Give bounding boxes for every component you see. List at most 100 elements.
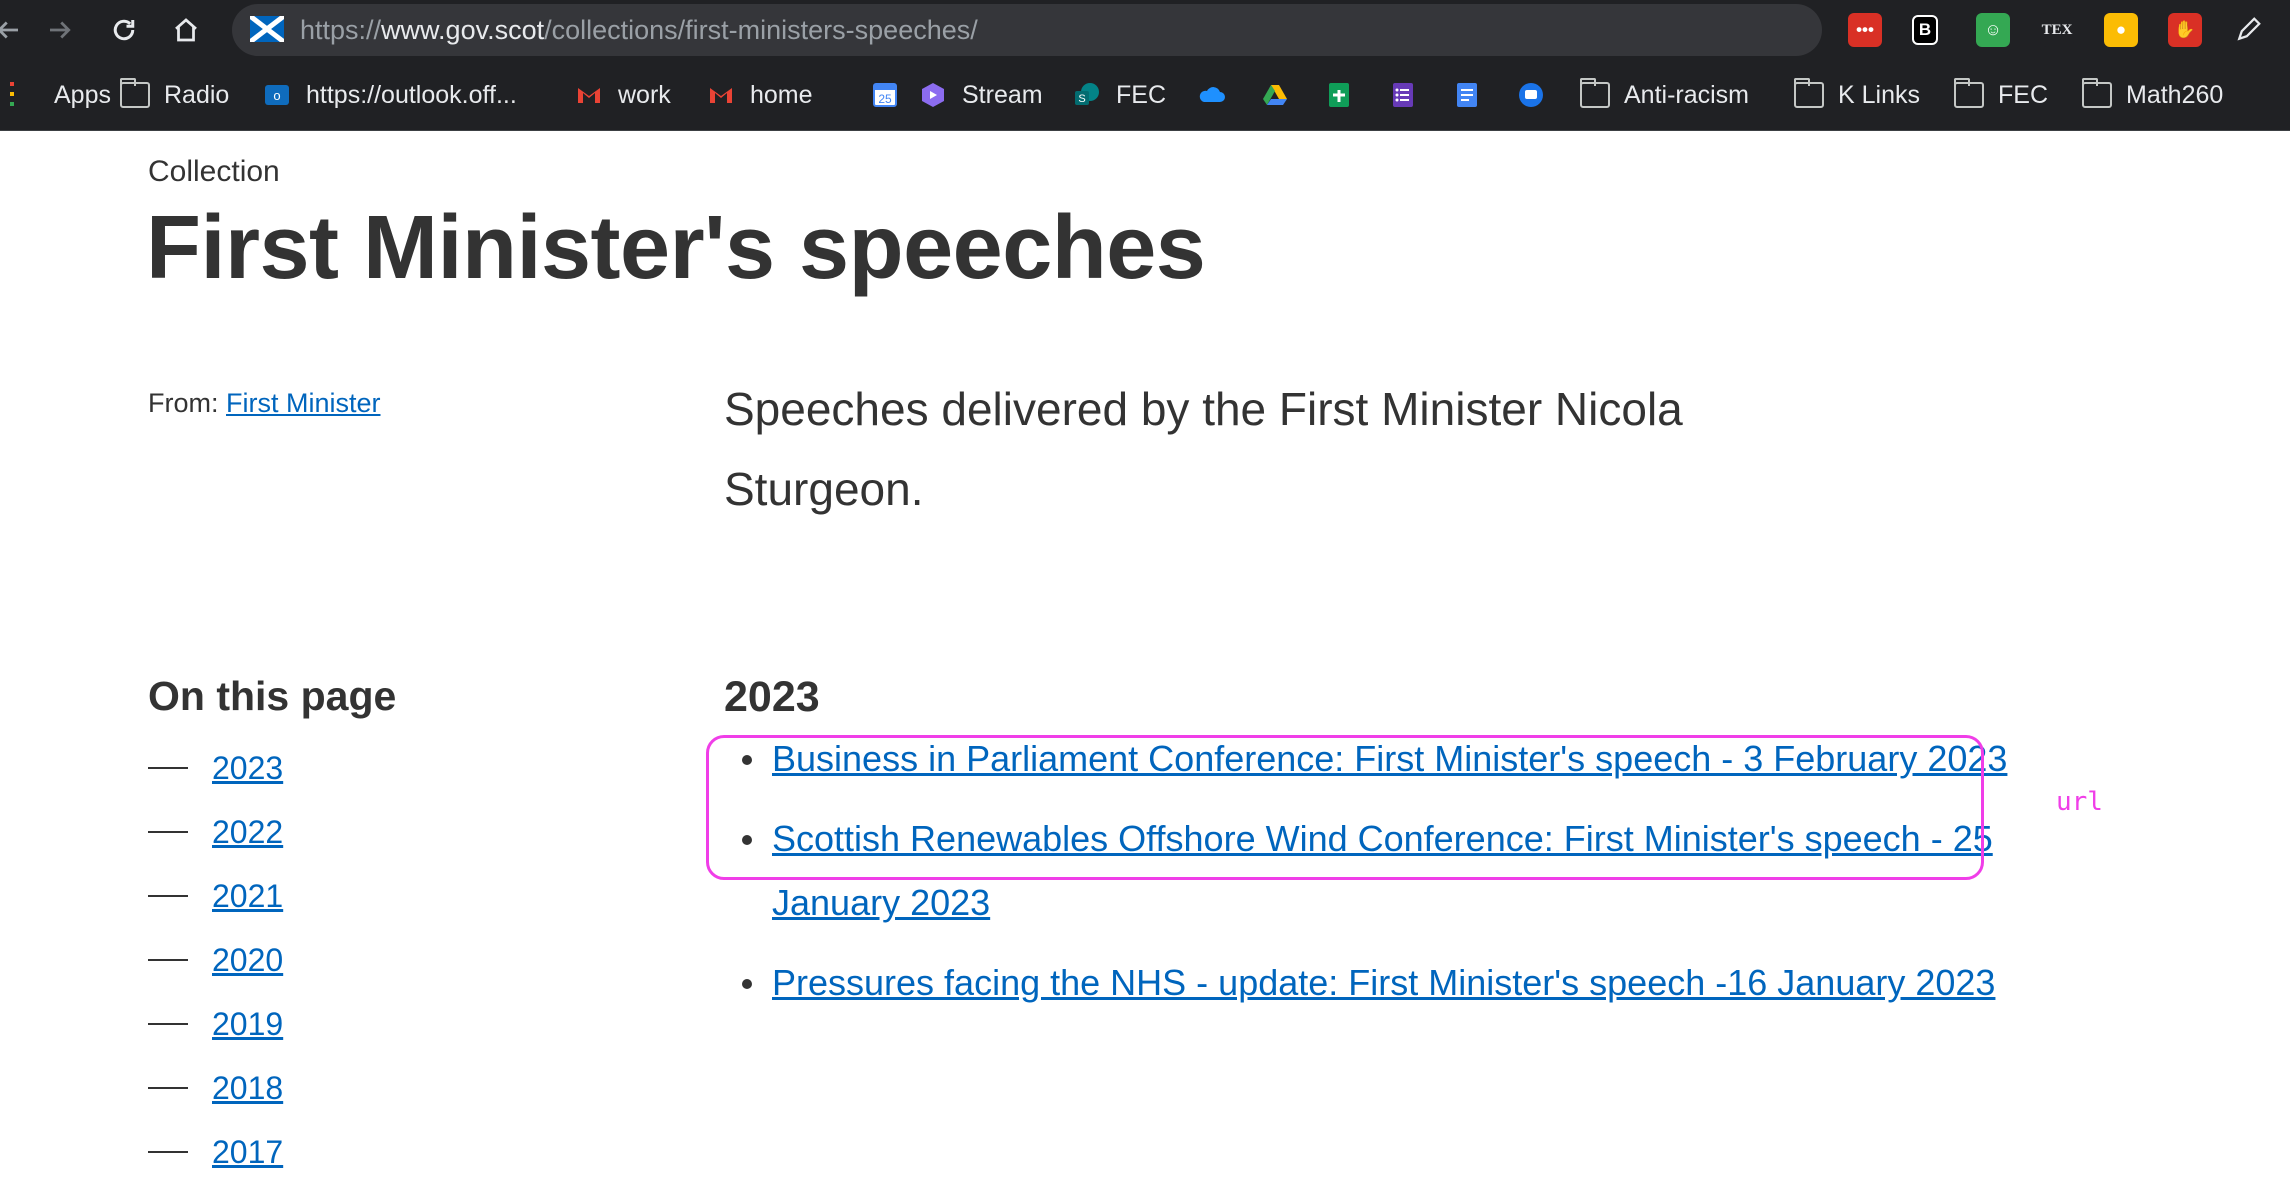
web-page: Collection First Minister's speeches Fro… [0,131,2290,1196]
back-button[interactable] [0,8,30,52]
forward-button[interactable] [38,8,82,52]
toc-dash [148,831,188,833]
bookmark-item[interactable]: 25 [870,78,900,112]
toc-item: 2021 [148,864,283,928]
adblock-extension-icon[interactable]: ✋ [2168,13,2202,47]
toc-dash [148,1151,188,1153]
bookmark-item[interactable]: o https://outlook.off... [262,78,517,112]
url-text[interactable]: https://www.gov.scot/collections/first-m… [300,14,978,46]
lead-paragraph: Speeches delivered by the First Minister… [724,383,1683,515]
bookmark-item[interactable] [1260,78,1290,112]
smiley-extension-icon[interactable]: ☺ [1976,13,2010,47]
bookmark-label: FEC [1998,80,2048,109]
collection-kicker: Collection [148,155,280,188]
bookmark-label: work [618,80,671,109]
annotation-label: url [2056,787,2103,817]
bookmark-item[interactable] [1196,78,1226,112]
url-host: www.gov.scot [381,15,545,45]
toc-dash [148,959,188,961]
bookmark-item[interactable] [1516,78,1546,112]
folder-icon [1579,78,1610,110]
chat-icon [1516,80,1546,110]
speech-link[interactable]: Business in Parliament Conference: First… [772,738,2007,779]
toc-item: 2022 [148,800,283,864]
bookmark-item[interactable]: K Links [1793,78,1920,112]
reload-icon [113,19,135,41]
speech-list-item: Scottish Renewables Offshore Wind Confer… [724,807,2014,935]
page-title: First Minister's speeches [146,198,1206,298]
bookmark-item[interactable]: Stream [918,78,1043,112]
home-icon [175,18,197,42]
toc-link-2019[interactable]: 2019 [212,1006,283,1043]
bookmark-label: Math260 [2126,80,2224,109]
bookmark-item[interactable] [1452,78,1482,112]
speech-link[interactable]: Pressures facing the NHS - update: First… [772,962,1995,1003]
folder-icon [2081,78,2112,110]
password-manager-extension-icon[interactable]: ••• [1848,13,1882,47]
gmail-icon [706,80,736,110]
toc-item: 2020 [148,928,283,992]
home-button[interactable] [164,8,208,52]
toc-item: 2018 [148,1056,283,1120]
on-this-page-list: 2023 2022 2021 2020 2019 2018 2017 [148,736,283,1184]
url-path: /collections/first-ministers-speeches/ [544,15,978,45]
toc-link-2018[interactable]: 2018 [212,1070,283,1107]
speech-list-item: Pressures facing the NHS - update: First… [724,951,2014,1015]
pen-icon [2237,17,2261,41]
folder-icon [1953,78,1984,110]
sheets-icon [1324,80,1354,110]
bookmark-item[interactable]: Apps [10,78,111,112]
speeches-list: Business in Parliament Conference: First… [724,727,2014,1031]
bookmark-item[interactable]: Math260 [2081,78,2224,112]
tex-extension-icon[interactable]: TEX [2040,13,2074,47]
toc-item: 2019 [148,992,283,1056]
bookmark-item[interactable] [1388,78,1418,112]
outlook-icon: o [262,80,292,110]
svg-text:25: 25 [878,92,892,106]
toc-link-2022[interactable]: 2022 [212,814,283,851]
bookmark-item[interactable]: Anti-racism [1579,78,1750,112]
bookmarks-bar: Apps Radio o https://outlook.off... work home… [0,60,2290,131]
drive-icon [1260,80,1290,110]
first-minister-link[interactable]: First Minister [226,388,381,418]
toc-link-2017[interactable]: 2017 [212,1134,283,1171]
onedrive-icon [1196,80,1226,110]
speech-link[interactable]: Scottish Renewables Offshore Wind Confer… [772,818,1993,923]
folder-icon [1793,78,1824,110]
bookmark-label: Apps [54,80,111,109]
sharepoint-icon: S [1072,80,1102,110]
docs-icon [1452,80,1482,110]
bookmark-label: home [750,80,813,109]
bookmark-item[interactable]: FEC [1953,78,2048,112]
toc-link-2020[interactable]: 2020 [212,942,283,979]
toc-link-2021[interactable]: 2021 [212,878,283,915]
from-label: From: [148,388,226,418]
bookmark-item[interactable] [1324,78,1354,112]
forward-arrow-icon [50,21,71,39]
lightbulb-extension-icon[interactable]: ● [2104,13,2138,47]
url-scheme: https:// [300,15,382,45]
forms-icon [1388,80,1418,110]
bookmark-label: https://outlook.off... [306,80,517,109]
bookmark-label: K Links [1838,80,1920,109]
toc-dash [148,767,188,769]
edit-pen-button[interactable] [2226,8,2270,52]
bookmark-label: Radio [164,80,230,109]
notes-extension-icon[interactable]: B [1912,15,1938,45]
toc-link-2023[interactable]: 2023 [212,750,283,787]
svg-text:S: S [1078,93,1085,105]
saltire-flag-icon [250,16,284,42]
back-arrow-icon [0,21,18,39]
bookmark-item[interactable]: Radio [119,78,230,112]
folder-icon [119,78,150,110]
bookmark-item[interactable]: work [574,78,671,112]
toc-dash [148,1087,188,1089]
bookmark-label: Anti-racism [1624,80,1750,109]
bookmark-item[interactable]: home [706,78,813,112]
address-bar[interactable]: https://www.gov.scot/collections/first-m… [232,4,1822,56]
bookmark-label: Stream [962,80,1043,109]
toc-dash [148,1023,188,1025]
apps-grid-icon [10,80,40,110]
bookmark-item[interactable]: S FEC [1072,78,1166,112]
reload-button[interactable] [102,8,146,52]
